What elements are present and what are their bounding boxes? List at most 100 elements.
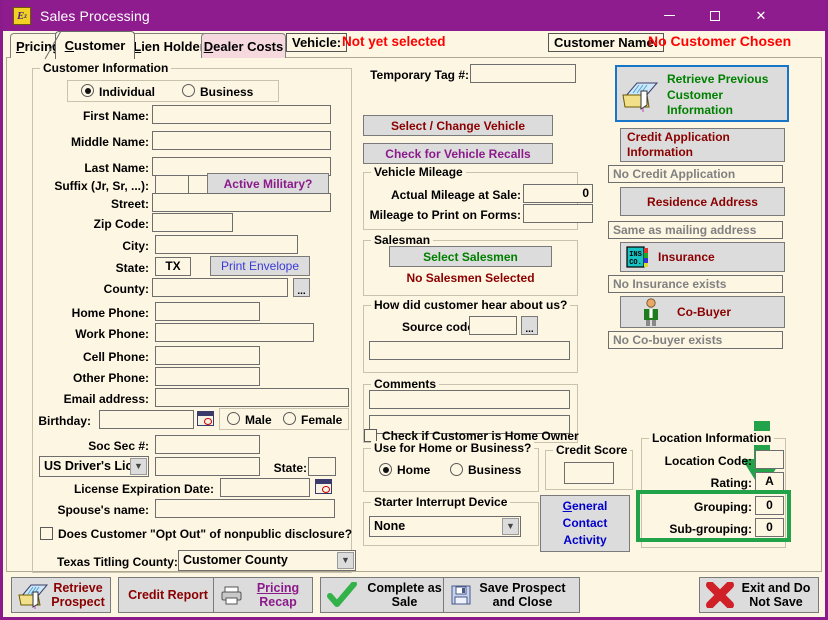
chevron-down-icon-3[interactable]: ▼ <box>502 518 519 535</box>
home-phone-label: Home Phone: <box>71 306 149 320</box>
license-expiration-input[interactable] <box>220 478 310 497</box>
cell-phone-input[interactable] <box>155 346 260 365</box>
select-salesmen-button[interactable]: Select Salesmen <box>389 246 552 267</box>
suffix-input[interactable] <box>155 175 189 194</box>
first-name-input[interactable] <box>152 105 331 124</box>
pricing-recap-line-2: Recap <box>259 595 297 609</box>
radio-home[interactable] <box>379 463 392 476</box>
select-change-vehicle-button[interactable]: Select / Change Vehicle <box>363 115 553 136</box>
print-mileage-input[interactable] <box>523 204 593 223</box>
svg-text:INS: INS <box>629 251 642 259</box>
state-input[interactable]: TX <box>155 257 191 276</box>
tab-lien-holder[interactable]: Lien Holder <box>129 33 209 58</box>
tab-dealer-costs[interactable]: Dealer Costs <box>201 33 286 58</box>
check-vehicle-recalls-button[interactable]: Check for Vehicle Recalls <box>363 143 553 164</box>
titling-county-combo[interactable]: Customer County ▼ <box>178 550 356 571</box>
insurance-button[interactable]: INS CO. Insurance <box>620 242 785 272</box>
opt-out-label: Does Customer "Opt Out" of nonpublic dis… <box>58 527 353 541</box>
radio-male[interactable] <box>227 412 240 425</box>
co-buyer-label: Co-Buyer <box>677 305 732 319</box>
save-prospect-and-close-button[interactable]: Save Prospect and Close <box>443 577 580 613</box>
floppy-disk-icon <box>451 585 471 605</box>
insurance-label: Insurance <box>658 250 715 264</box>
radio-business-use[interactable] <box>450 463 463 476</box>
active-military-button[interactable]: Active Military? <box>207 173 329 194</box>
gca-line-1: General <box>562 499 608 513</box>
starter-interrupt-legend: Starter Interrupt Device <box>371 495 511 509</box>
id-state-input[interactable] <box>308 457 336 476</box>
gca-line-3: Activity <box>563 533 607 547</box>
radio-business-use-label: Business <box>468 463 522 477</box>
pricing-recap-button[interactable]: Pricing Recap <box>213 577 313 613</box>
retrieve-previous-customer-button[interactable]: Retrieve Previous Customer Information <box>615 65 789 122</box>
radio-female[interactable] <box>283 412 296 425</box>
radio-business[interactable] <box>182 84 195 97</box>
retrieve-prospect-button[interactable]: Retrieve Prospect <box>11 577 111 613</box>
co-buyer-button[interactable]: Co-Buyer <box>620 296 785 328</box>
general-contact-activity-button[interactable]: General Contact Activity <box>540 495 630 552</box>
window-title: Sales Processing <box>40 7 150 24</box>
birthday-input[interactable] <box>99 410 194 429</box>
save-prospect-line-2: and Close <box>492 595 553 609</box>
gca-line-2: Contact <box>562 516 608 530</box>
comments-legend: Comments <box>371 377 440 391</box>
zip-code-input[interactable] <box>152 213 233 232</box>
source-code-browse-button[interactable]: ... <box>521 316 538 335</box>
green-check-icon <box>327 582 357 607</box>
temporary-tag-input[interactable] <box>470 64 576 83</box>
radio-individual[interactable] <box>81 84 94 97</box>
minimize-button[interactable] <box>646 0 692 31</box>
comments-line1-input[interactable] <box>369 390 570 409</box>
location-code-input[interactable] <box>755 450 784 469</box>
vehicle-status: Not yet selected <box>342 34 446 49</box>
other-phone-input[interactable] <box>155 367 260 386</box>
source-code-label: Source code: <box>401 320 478 334</box>
county-input[interactable] <box>152 278 288 297</box>
tab-overlap-decoration <box>44 31 62 60</box>
no-cobuyer-status: No Co-buyer exists <box>608 331 783 349</box>
source-code-input[interactable] <box>469 316 517 335</box>
id-type-combo[interactable]: US Driver's Lic ▼ <box>39 456 149 477</box>
opt-out-checkbox[interactable] <box>40 527 53 540</box>
credit-report-button[interactable]: Credit Report <box>118 577 218 613</box>
actual-mileage-input[interactable]: 0 <box>523 184 593 203</box>
county-label: County: <box>103 282 149 296</box>
calendar-icon[interactable] <box>197 411 214 426</box>
middle-name-input[interactable] <box>152 131 331 150</box>
folder-hand-icon-2 <box>18 584 49 609</box>
middle-name-label: Middle Name: <box>70 135 149 149</box>
street-input[interactable] <box>152 193 331 212</box>
other-phone-label: Other Phone: <box>72 371 149 385</box>
credit-score-input[interactable] <box>564 462 614 484</box>
id-number-input[interactable] <box>155 457 260 476</box>
maximize-button[interactable] <box>692 0 738 31</box>
spouse-name-input[interactable] <box>155 499 335 518</box>
titling-county-label: Texas Titling County: <box>57 555 178 569</box>
exit-and-do-not-save-button[interactable]: Exit and Do Not Save <box>699 577 819 613</box>
chevron-down-icon-2[interactable]: ▼ <box>337 552 354 569</box>
chevron-down-icon[interactable]: ▼ <box>130 458 147 475</box>
residence-address-button[interactable]: Residence Address <box>620 187 785 216</box>
tab-customer[interactable]: Customer <box>55 31 135 59</box>
email-input[interactable] <box>155 388 349 407</box>
rating-input[interactable]: A <box>755 472 784 491</box>
starter-interrupt-combo[interactable]: None ▼ <box>369 516 521 537</box>
close-button[interactable]: ✕ <box>738 0 784 31</box>
work-phone-input[interactable] <box>155 323 314 342</box>
starter-interrupt-value: None <box>374 519 406 533</box>
salesmen-status: No Salesmen Selected <box>406 271 535 285</box>
credit-application-information-button[interactable]: Credit Application Information <box>620 128 785 162</box>
soc-sec-input[interactable] <box>155 435 260 454</box>
print-envelope-button[interactable]: Print Envelope <box>210 256 310 276</box>
radio-individual-label: Individual <box>99 85 156 99</box>
city-input[interactable] <box>155 235 298 254</box>
vehicle-label: Vehicle: <box>286 33 348 52</box>
calendar-icon-2[interactable] <box>315 479 332 494</box>
temporary-tag-label: Temporary Tag #: <box>370 68 469 82</box>
complete-as-sale-button[interactable]: Complete as Sale <box>320 577 453 613</box>
home-phone-input[interactable] <box>155 302 260 321</box>
source-description-input[interactable] <box>369 341 570 360</box>
radio-business-label: Business <box>200 85 254 99</box>
form-body: Customer Information Individual Business… <box>6 57 822 573</box>
county-browse-button[interactable]: ... <box>293 278 310 297</box>
